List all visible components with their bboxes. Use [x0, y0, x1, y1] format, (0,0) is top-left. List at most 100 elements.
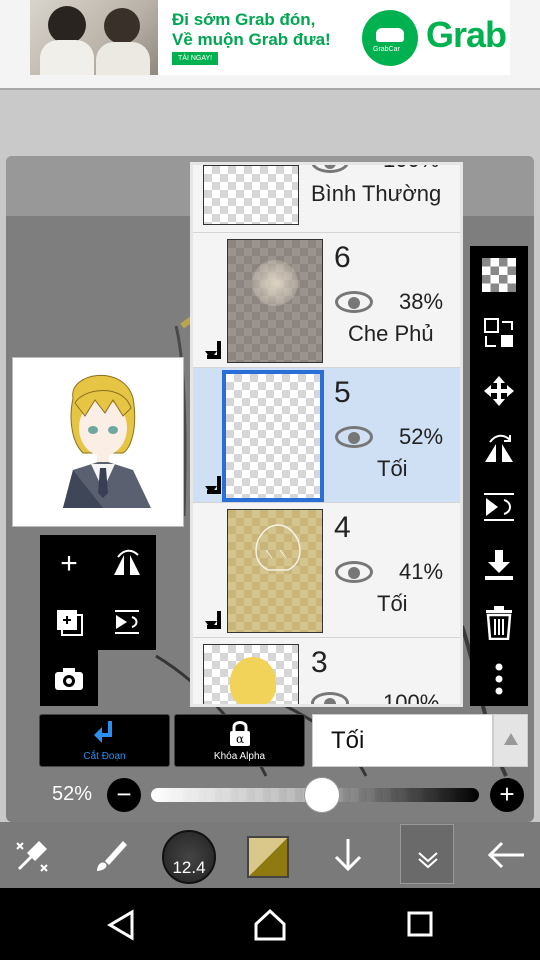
merge-down-icon — [484, 493, 514, 521]
home-icon — [254, 908, 286, 941]
blend-mode-dropdown-button[interactable] — [493, 714, 528, 767]
layer-blend-mode: Che Phủ — [348, 321, 434, 346]
plus-icon: + — [60, 546, 78, 580]
layer-panel[interactable]: 100% Bình Thường 6 38% Che Phủ 5 52% Tối — [190, 162, 463, 707]
layer-number: 3 — [311, 646, 328, 679]
transform-icon — [16, 841, 48, 872]
blend-mode-value: Tối — [331, 727, 365, 754]
layer-thumbnail — [222, 370, 324, 502]
layer-blend-mode: Tối — [377, 456, 408, 481]
alpha-lock-label: Khóa Alpha — [213, 751, 266, 762]
opacity-decrease-button[interactable]: − — [107, 778, 141, 812]
swap-layers-icon — [484, 318, 513, 347]
merge-down-button[interactable] — [470, 478, 528, 536]
plus-icon: + — [499, 779, 515, 809]
merge-layer-icon — [115, 609, 139, 634]
layer-down-button[interactable] — [320, 822, 376, 888]
triangle-up-icon — [504, 733, 518, 745]
eye-icon[interactable] — [335, 426, 373, 448]
ad-logo-small-text: GrabCar — [373, 46, 400, 53]
layer-blend-mode: Tối — [377, 591, 408, 616]
duplicate-layer-button[interactable] — [40, 593, 98, 650]
brush-tool-button[interactable] — [84, 822, 138, 888]
layer-opacity: 41% — [399, 559, 444, 584]
ad-content[interactable]: Đi sớm Grab đón, Về muộn Grab đưa! TẢI N… — [30, 0, 510, 75]
layer-number: 4 — [334, 511, 351, 544]
minus-icon: − — [116, 779, 132, 809]
flip-button[interactable] — [470, 420, 528, 478]
back-button[interactable] — [476, 822, 536, 888]
layer-row[interactable]: 4 41% Tối — [193, 503, 460, 638]
layer-row[interactable]: 3 100% — [193, 638, 460, 707]
add-layer-icon — [57, 609, 83, 636]
camera-icon — [55, 667, 83, 690]
nav-home-button[interactable] — [253, 908, 287, 947]
layer-row[interactable]: 6 38% Che Phủ — [193, 233, 460, 368]
ad-cta-button[interactable]: TẢI NGAY! — [172, 52, 219, 65]
ad-photo — [30, 0, 158, 75]
more-icon — [495, 663, 503, 695]
grabcar-logo-icon: GrabCar — [362, 10, 418, 66]
download-button[interactable] — [470, 536, 528, 594]
checker-icon — [482, 258, 516, 292]
eye-icon[interactable] — [335, 291, 373, 313]
layer-thumbnail — [203, 644, 299, 704]
right-toolbar — [470, 246, 528, 706]
layer-opacity: 52% — [399, 424, 444, 449]
layer-menu-button[interactable] — [400, 824, 454, 884]
layer-tool-pad: + — [40, 535, 156, 650]
opacity-increase-button[interactable]: + — [490, 778, 524, 812]
brush-icon — [97, 841, 127, 871]
triangle-back-icon — [107, 909, 134, 941]
clipping-button[interactable]: Cắt Đoạn — [39, 714, 170, 767]
move-icon — [484, 376, 514, 406]
ad-logo-text: Grab — [426, 14, 507, 55]
system-nav-bar — [0, 888, 540, 960]
nav-back-button[interactable] — [104, 908, 138, 947]
layer-blend-mode: Bình Thường — [311, 181, 442, 206]
move-button[interactable] — [470, 362, 528, 420]
character-preview — [63, 374, 151, 508]
alpha-lock-button[interactable]: α Khóa Alpha — [174, 714, 305, 767]
canvas-preview[interactable] — [12, 357, 184, 527]
layer-opacity: 100% — [383, 690, 440, 707]
opacity-slider-thumb[interactable] — [303, 777, 340, 813]
clip-icon — [205, 476, 225, 498]
layer-thumbnail — [227, 239, 323, 363]
arrow-down-icon — [334, 839, 362, 872]
transform-button[interactable] — [8, 822, 58, 888]
flip-layer-icon — [114, 549, 140, 575]
layer-thumbnail — [227, 509, 323, 633]
blend-mode-select[interactable]: Tối — [312, 714, 493, 767]
layer-row-selected[interactable]: 5 52% Tối — [193, 368, 460, 503]
color-swatch-button[interactable] — [247, 836, 289, 878]
eye-icon[interactable] — [335, 561, 373, 583]
ad-headline-1: Đi sớm Grab đón, — [172, 10, 316, 29]
brush-size-value: 12.4 — [172, 858, 206, 877]
eye-icon[interactable] — [311, 692, 349, 704]
flip-layer-button[interactable] — [98, 535, 156, 592]
add-layer-button[interactable]: + — [40, 535, 98, 592]
nav-recents-button[interactable] — [406, 910, 436, 945]
transparency-button[interactable] — [470, 246, 528, 304]
clip-icon — [205, 611, 225, 633]
delete-layer-button[interactable] — [470, 594, 528, 652]
eye-icon[interactable] — [311, 165, 349, 173]
clip-icon — [205, 341, 225, 363]
back-arrow-icon — [487, 841, 524, 869]
flip-icon — [485, 434, 513, 462]
clip-down-icon — [40, 719, 169, 752]
app-screen: Đi sớm Grab đón, Về muộn Grab đưa! TẢI N… — [0, 0, 540, 960]
layer-thumbnail — [203, 165, 299, 225]
download-icon — [485, 550, 513, 580]
brush-size-button[interactable]: 12.4 — [162, 830, 216, 884]
merge-layer-button[interactable] — [98, 593, 156, 650]
ad-banner[interactable]: Đi sớm Grab đón, Về muộn Grab đưa! TẢI N… — [0, 0, 540, 88]
lock-icon: α — [175, 719, 304, 754]
swap-layers-button[interactable] — [470, 304, 528, 362]
clipping-label: Cắt Đoạn — [83, 751, 126, 762]
camera-button[interactable] — [40, 650, 98, 707]
more-button[interactable] — [470, 650, 528, 708]
layer-row[interactable]: 100% Bình Thường — [193, 165, 460, 233]
camera-pad — [40, 650, 98, 706]
